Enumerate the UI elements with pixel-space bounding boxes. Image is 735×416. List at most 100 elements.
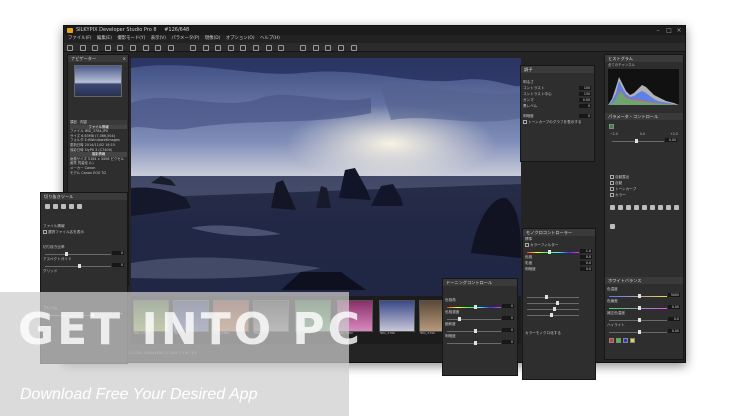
crop-icon[interactable] [215, 44, 222, 51]
monochrome-brightness[interactable]: 明暗度 0.0 [525, 267, 593, 272]
copy-icon[interactable] [338, 44, 345, 51]
toning-label: 色相濃度 [445, 310, 460, 314]
crop-ratio-slider[interactable]: 0 [43, 251, 125, 256]
tool-icon[interactable] [649, 204, 655, 210]
print-icon[interactable] [92, 44, 99, 51]
monochrome-filter-check[interactable]: カラーフィルター [525, 243, 593, 248]
gradient-icon[interactable] [265, 44, 272, 51]
tool-icon[interactable] [657, 204, 663, 210]
menu-develop[interactable]: 現像(D) [205, 36, 221, 41]
maximize-button[interactable]: □ [664, 26, 674, 35]
wb-tint[interactable]: 0.00 [607, 305, 681, 310]
filmstrip-thumbnail[interactable]: IMG_3786 [379, 300, 415, 335]
tool-icon[interactable] [665, 204, 671, 210]
flip-icon[interactable] [68, 203, 74, 209]
minimize-button[interactable]: – [653, 26, 663, 35]
monochrome-slider[interactable] [525, 300, 593, 305]
fullscreen-icon[interactable] [142, 44, 149, 51]
reset-icon[interactable] [76, 203, 82, 209]
tone-row-contrast[interactable]: コントラスト 100 [523, 86, 592, 91]
straighten-icon[interactable] [227, 44, 234, 51]
navigator-thumbnail[interactable] [74, 65, 122, 97]
open-folder-icon[interactable] [67, 44, 73, 51]
param-item[interactable]: トーンカーブ [610, 187, 678, 192]
zoom-in-icon[interactable] [155, 44, 162, 51]
main-photo[interactable] [131, 58, 521, 296]
monochrome-filter-slider[interactable]: 1.0 [525, 249, 593, 254]
toning-hue-angle[interactable]: 0 [445, 304, 515, 309]
wb-highlight[interactable]: 0.00 [607, 329, 681, 334]
straighten-icon[interactable] [60, 203, 66, 209]
image-counter: #126/648 [164, 27, 190, 33]
rotate-right-icon[interactable] [202, 44, 209, 51]
menu-options[interactable]: オプション(O) [226, 36, 255, 41]
param-item[interactable]: 自動露出 [610, 175, 678, 180]
toning-brightness[interactable]: 0 [445, 340, 515, 345]
menu-view[interactable]: 表示(V) [151, 36, 166, 41]
brush-icon[interactable] [252, 44, 259, 51]
color-swatch[interactable] [630, 338, 635, 343]
tool-icon[interactable] [673, 204, 679, 210]
paste-icon[interactable] [325, 44, 332, 51]
wb-color-temp[interactable]: 5000 [607, 293, 681, 298]
monochrome-slider[interactable] [525, 312, 593, 317]
color-swatch[interactable] [609, 338, 614, 343]
tone-row-shade[interactable]: 明暗度 0 [523, 114, 592, 119]
tool-icon[interactable] [641, 204, 647, 210]
tone-row-contrast-center[interactable]: コントラスト中心 130 [523, 92, 592, 97]
param-item[interactable]: カラー [610, 193, 678, 198]
save-icon[interactable] [79, 44, 86, 51]
tool-icon[interactable] [609, 223, 615, 229]
crop-tool-header: 切り抜きツール [41, 193, 127, 200]
wb-correct-temp[interactable]: 0.0 [607, 317, 681, 322]
close-button[interactable]: × [674, 26, 684, 35]
develop-icon[interactable] [300, 44, 307, 51]
rotate-left-icon[interactable] [189, 44, 196, 51]
param-item[interactable]: 自動 [610, 181, 678, 186]
text-tool-icon[interactable] [350, 44, 357, 51]
tool-icon[interactable] [625, 204, 631, 210]
tone-curve-checkbox[interactable]: トーンカーブのグラフを表示する [523, 120, 592, 125]
tone-min-value: −2.0 [610, 132, 618, 136]
tone-row[interactable]: 明るさ [523, 80, 592, 85]
menu-help[interactable]: ヘルプ(H) [260, 36, 280, 41]
crop-aspect-slider[interactable]: 0 [43, 263, 125, 268]
batch-develop-icon[interactable] [312, 44, 319, 51]
spot-removal-icon[interactable] [240, 44, 247, 51]
monochrome-hue[interactable]: 色相 0.0 [525, 255, 593, 260]
tool-icon[interactable] [609, 204, 615, 210]
tool-icon[interactable] [633, 204, 639, 210]
white-balance-header: ホワイトバランス [605, 277, 683, 284]
rotate-icon[interactable] [52, 203, 58, 209]
exif-row: モデル Canon EOS 7D [70, 170, 106, 175]
monochrome-slider[interactable] [525, 306, 593, 311]
crop-show-filename[interactable]: 選択ファイル名を表示 [43, 230, 125, 235]
color-swatch[interactable] [616, 338, 621, 343]
menu-edit[interactable]: 編集(E) [97, 36, 112, 41]
tool-icon[interactable] [617, 204, 623, 210]
monochrome-saturation[interactable]: 彩度 0.0 [525, 261, 593, 266]
color-swatch[interactable] [623, 338, 628, 343]
monochrome-footer[interactable]: カラーモノクロ化する [525, 331, 593, 336]
menu-file[interactable]: ファイル(F) [68, 36, 92, 41]
exposure-value[interactable]: 0.00 [665, 138, 677, 142]
tone-row-black[interactable]: 黒レベル 0 [523, 104, 592, 109]
grid-view-icon[interactable] [117, 44, 124, 51]
histogram-channel[interactable]: 全てのチャンネル [605, 62, 683, 68]
navigator-close-button[interactable]: × [122, 55, 126, 62]
toning-saturation[interactable]: 0 [445, 328, 515, 333]
menu-parameters[interactable]: パラメータ(P) [171, 36, 199, 41]
monochrome-slider[interactable] [525, 294, 593, 299]
exposure-row[interactable]: 0.00 [610, 138, 678, 143]
toning-hue-density[interactable]: 0 [445, 316, 515, 321]
hand-icon[interactable] [278, 44, 285, 51]
params-preset-swatch[interactable] [609, 124, 614, 129]
compare-view-icon[interactable] [129, 44, 136, 51]
monochrome-preset[interactable]: 標準 [525, 237, 593, 242]
menu-shooting-mode[interactable]: 撮影モード(Y) [117, 36, 145, 41]
tone-row-gamma[interactable]: ガンマ 0.00 [523, 98, 592, 103]
crop-icon[interactable] [44, 203, 50, 209]
single-view-icon[interactable] [104, 44, 111, 51]
zoom-out-icon[interactable] [167, 44, 174, 51]
params-header: パラメータ・コントロール [605, 113, 683, 120]
